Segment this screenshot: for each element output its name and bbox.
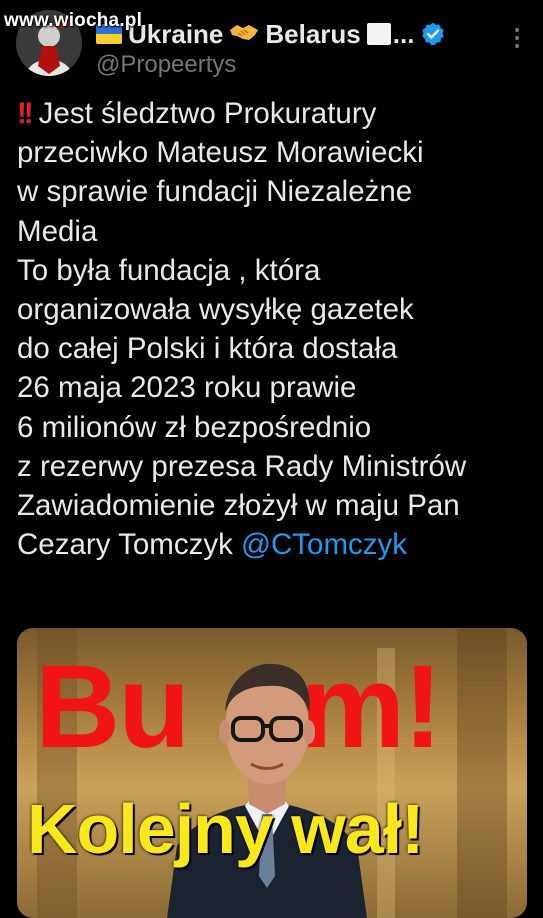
tweet-line: w sprawie fundacji Niezależne [17,175,413,209]
author-name-part2: Belarus [265,18,361,49]
tweet-line: Media [17,214,98,248]
mention-link[interactable]: @CTomczyk [241,528,407,561]
more-options-icon [515,28,519,48]
author-name-part1: Ukraine [128,18,224,49]
tweet-text: !! Jest śledztwo Prokuratury przeciwko Ma… [17,94,532,564]
tweet-line: Zawiadomienie złożył w maju Pan [17,488,460,522]
tweet-line: organizowała wysyłkę gazetek [17,292,414,326]
author-name[interactable]: Ukraine Belarus ... [96,17,446,51]
person-photo [167,663,367,918]
tweet-line: z rezerwy prezesa Rady Ministrów [17,449,467,483]
more-options-button[interactable] [505,24,529,52]
subheadline: Kolejny wał! [27,790,424,868]
verified-badge-icon [420,21,446,47]
double-exclamation-icon: !! [17,97,34,130]
tweet-line: 6 milionów zł bezpośrednio [17,410,372,444]
tweet-line: przeciwko Mateusz Morawiecki [17,136,424,170]
watermark: www.wiocha.pl [4,10,143,31]
tweet-line: To była fundacja , która [17,253,321,287]
tweet-line: Cezary Tomczyk @CTomczyk [17,528,408,562]
handshake-icon [229,21,259,48]
author-handle[interactable]: @Propeertys [96,51,236,79]
author-name-ellipsis: ... [392,18,415,49]
tweet-line: 26 maja 2023 roku prawie [17,371,357,405]
tweet-line: do całej Polski i która dostała [17,332,398,366]
tweet-media-image[interactable]: Bu m! Kolejny wał! [17,628,527,918]
tweet-line: !! Jest śledztwo Prokuratury [17,94,532,133]
white-square-icon [366,23,391,45]
tweet-header: www.wiocha.pl Ukraine Belarus ... @Prope… [0,0,543,92]
